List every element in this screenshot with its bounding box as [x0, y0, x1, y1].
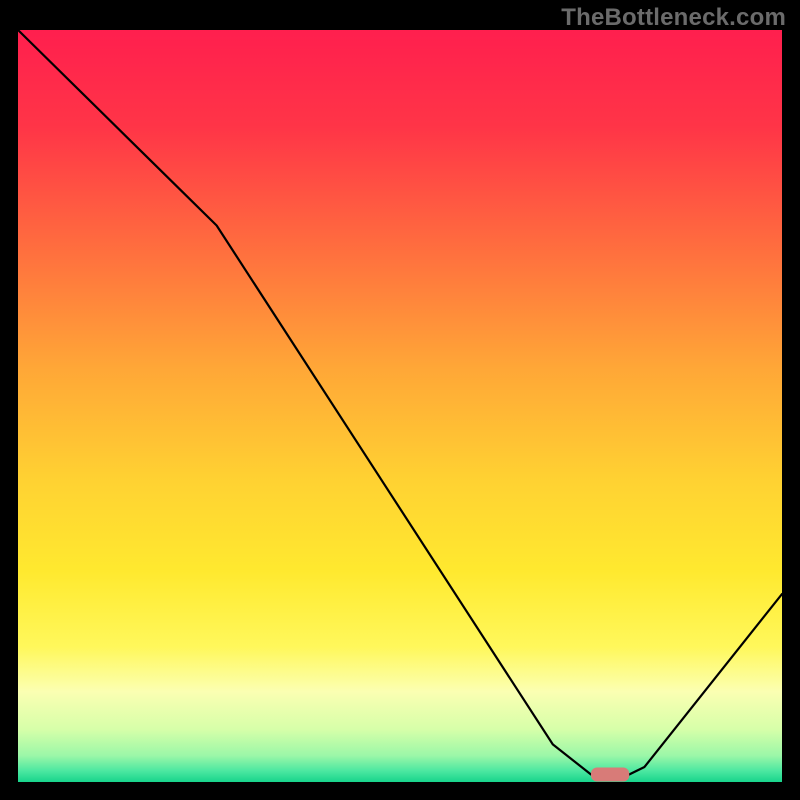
bottleneck-chart	[18, 30, 782, 782]
watermark-text: TheBottleneck.com	[561, 4, 786, 32]
minimum-marker	[591, 767, 629, 781]
chart-page: TheBottleneck.com	[0, 0, 800, 800]
